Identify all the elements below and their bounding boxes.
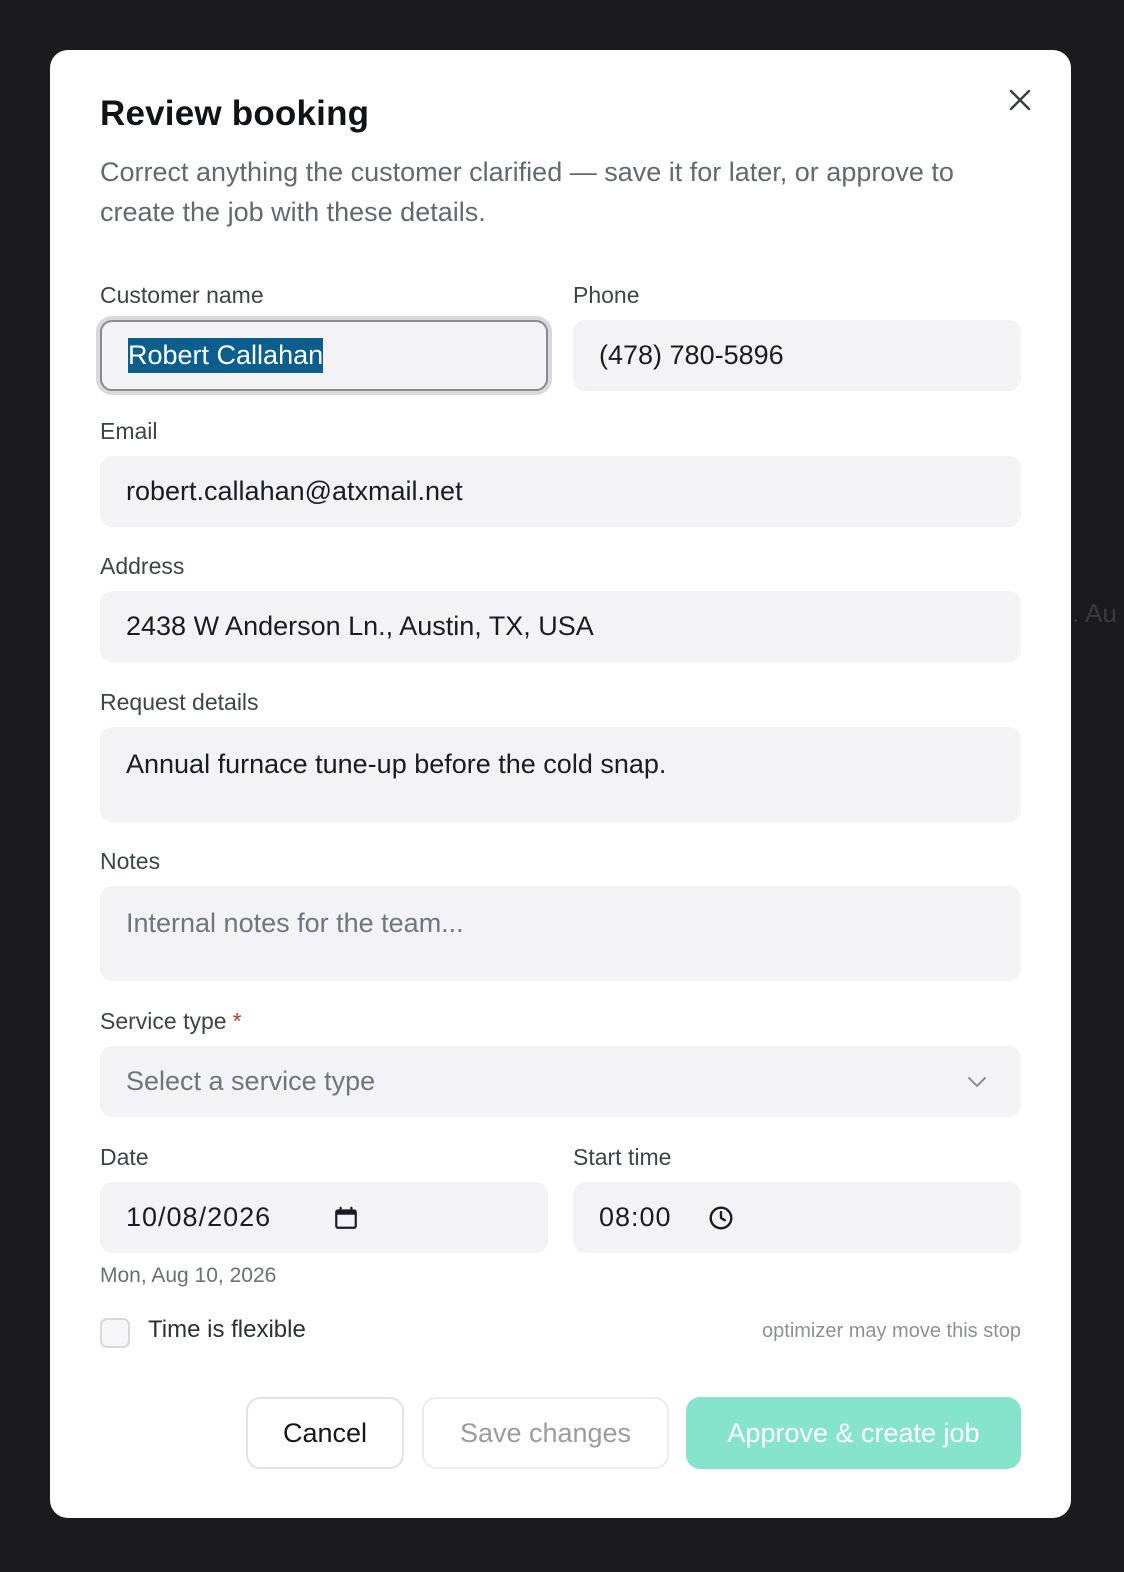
close-button[interactable]	[1000, 80, 1040, 120]
chevron-down-icon	[968, 1076, 986, 1087]
service-type-select[interactable]: Select a service type	[100, 1046, 1021, 1117]
clock-button[interactable]	[708, 1205, 734, 1231]
start-time-input[interactable]: 08:00	[573, 1182, 1021, 1253]
date-label: Date	[100, 1144, 149, 1170]
request-details-label: Request details	[100, 689, 259, 715]
notes-placeholder: Internal notes for the team...	[126, 908, 464, 938]
address-input[interactable]: 2438 W Anderson Ln., Austin, TX, USA	[100, 591, 1021, 662]
request-details-value: Annual furnace tune-up before the cold s…	[126, 749, 667, 779]
save-changes-button[interactable]: Save changes	[422, 1397, 669, 1469]
notes-label: Notes	[100, 848, 161, 874]
email-value: robert.callahan@atxmail.net	[126, 476, 463, 506]
request-details-textarea[interactable]: Annual furnace tune-up before the cold s…	[100, 727, 1021, 822]
review-booking-dialog: Review booking Correct anything the cust…	[50, 50, 1071, 1518]
start-time-value: 08:00	[599, 1202, 672, 1232]
dialog-subtitle: Correct anything the customer clarified …	[100, 157, 954, 227]
required-marker: *	[232, 1008, 242, 1034]
phone-label: Phone	[573, 282, 640, 308]
notes-textarea[interactable]: Internal notes for the team...	[100, 886, 1021, 981]
email-input[interactable]: robert.callahan@atxmail.net	[100, 456, 1021, 527]
date-hint: Mon, Aug 10, 2026	[100, 1264, 277, 1287]
service-type-label: Service type *	[100, 1008, 242, 1035]
time-flexible-label[interactable]: Time is flexible	[148, 1316, 306, 1344]
clock-icon	[709, 1206, 733, 1229]
start-time-label: Start time	[573, 1144, 672, 1170]
close-icon	[1009, 89, 1031, 111]
dialog-title: Review booking	[100, 94, 370, 133]
calendar-icon	[335, 1206, 357, 1229]
phone-input[interactable]: (478) 780-5896	[573, 320, 1021, 391]
backdrop-text: . Au	[1072, 598, 1117, 628]
date-input[interactable]: 10/08/2026	[100, 1182, 548, 1253]
time-flexible-hint: optimizer may move this stop	[762, 1320, 1021, 1342]
address-label: Address	[100, 553, 185, 579]
service-type-placeholder: Select a service type	[126, 1066, 376, 1096]
customer-name-value: Robert Callahan	[128, 338, 324, 373]
cancel-button[interactable]: Cancel	[246, 1397, 404, 1469]
approve-create-job-button[interactable]: Approve & create job	[686, 1397, 1021, 1469]
time-flexible-checkbox[interactable]	[100, 1318, 130, 1348]
address-value: 2438 W Anderson Ln., Austin, TX, USA	[126, 611, 594, 641]
customer-name-input[interactable]: Robert Callahan	[100, 320, 548, 391]
calendar-button[interactable]	[333, 1205, 359, 1231]
service-type-label-text: Service type	[100, 1008, 227, 1034]
date-value: 10/08/2026	[126, 1202, 272, 1232]
phone-value: (478) 780-5896	[599, 340, 784, 370]
customer-name-label: Customer name	[100, 282, 264, 308]
email-label: Email	[100, 418, 158, 444]
